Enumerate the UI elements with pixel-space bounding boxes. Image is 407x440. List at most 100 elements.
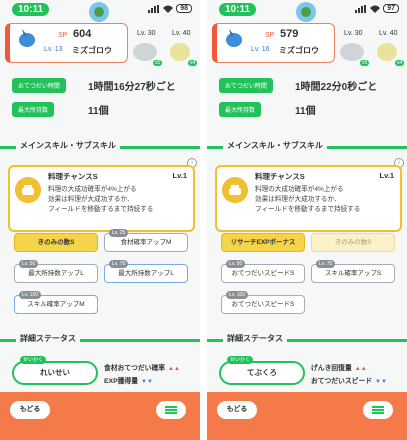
nature-down-effect: おてつだいスピード ▼▼ xyxy=(311,378,387,385)
help-time-label: おてつだい時間 xyxy=(12,78,66,93)
mudkip-icon xyxy=(226,29,242,47)
main-skill-name: 料理チャンスS xyxy=(255,172,305,181)
team-member-count: x5 xyxy=(360,60,370,66)
pokemon-name: ミズゴロウ xyxy=(279,46,319,55)
signal-icon xyxy=(148,4,160,13)
unlock-level: Lv. 75 xyxy=(109,260,129,268)
team-member-level: Lv. 40 xyxy=(172,30,191,37)
section-title: メインスキル・サブスキル xyxy=(16,140,120,151)
nature-tag: せいかく xyxy=(227,356,254,364)
stats-section-header: 詳細ステータス xyxy=(207,333,407,347)
sub-skill-3[interactable]: Lv. 75 スキル確率アップS xyxy=(311,260,395,283)
unlock-level: Lv. 25 xyxy=(109,229,129,237)
sub-skill-2[interactable]: Lv. 50 おてつだいスピードS xyxy=(221,260,305,283)
stats-section-header: 詳細ステータス xyxy=(0,333,200,347)
menu-button[interactable] xyxy=(156,401,186,419)
selected-pokemon-card[interactable]: SP 604 Lv. 13 ミズゴロウ xyxy=(5,23,128,63)
nature-tag: せいかく xyxy=(20,356,47,364)
max-carry-value: 11個 xyxy=(88,106,109,117)
detail-panel-right: 10:11 97 SP 579 Lv. 16 ミズゴロウ Lv. 30 x5 L… xyxy=(207,0,407,440)
sub-skill-2[interactable]: Lv. 50 最大所持数アップL xyxy=(14,260,98,283)
sub-skill-1[interactable]: きのみの数S xyxy=(311,233,395,252)
nature-down-effect: EXP獲得量 ▼▼ xyxy=(104,378,153,385)
pokemon-icon xyxy=(133,43,157,61)
battery-icon: 97 xyxy=(383,4,399,13)
team-member-right[interactable]: Lv. 40 x4 xyxy=(369,30,405,66)
pokemon-icon xyxy=(377,43,397,61)
pokemon-name: ミズゴロウ xyxy=(72,46,112,55)
down-arrows-icon: ▼▼ xyxy=(141,379,153,385)
main-skill-description: 料理の大成功確率が4%上がる 効果は料理が大成功するか、 フィールドを移動するま… xyxy=(255,186,361,213)
sub-skill-4[interactable]: Lv. 100 スキル確率アップM xyxy=(14,291,98,314)
battery-icon: 98 xyxy=(176,4,192,13)
team-member-right[interactable]: Lv. 40 x4 xyxy=(162,30,198,66)
main-skill-card[interactable]: 料理チャンスS Lv.1 料理の大成功確率が4%上がる 効果は料理が大成功するか… xyxy=(8,165,195,232)
unlock-level: Lv. 50 xyxy=(19,260,39,268)
divider xyxy=(200,0,207,440)
max-carry-label: 最大所持数 xyxy=(12,102,55,117)
nature-badge[interactable]: てぶくろ xyxy=(219,361,305,385)
unlock-level: Lv. 100 xyxy=(226,291,249,299)
pokemon-level: Lv. 16 xyxy=(251,46,270,53)
wifi-icon xyxy=(163,5,174,13)
sp-label: SP xyxy=(265,32,275,39)
sp-value: 579 xyxy=(280,28,299,40)
unlock-level: Lv. 50 xyxy=(226,260,246,268)
sp-label: SP xyxy=(58,32,68,39)
unlock-level: Lv. 75 xyxy=(316,260,336,268)
clock: 10:11 xyxy=(219,3,257,16)
status-icons: 98 xyxy=(148,4,192,13)
back-button[interactable]: もどる xyxy=(217,401,257,419)
bottom-bar: もどる xyxy=(207,392,407,440)
up-arrows-icon: ▲▲ xyxy=(168,366,180,372)
back-button[interactable]: もどる xyxy=(10,401,50,419)
detail-panel-left: 10:11 98 SP 604 Lv. 13 ミズゴロウ Lv. 30 x5 L… xyxy=(0,0,200,440)
sub-skill-3[interactable]: Lv. 75 最大所持数アップL xyxy=(104,260,188,283)
sub-skill-0[interactable]: リサーチEXPボーナス xyxy=(221,233,305,252)
help-time-value: 1時間22分0秒ごと xyxy=(295,82,378,93)
max-carry-label: 最大所持数 xyxy=(219,102,262,117)
status-bar: 10:11 98 xyxy=(0,0,200,22)
team-member-mid[interactable]: Lv. 30 x5 xyxy=(334,30,370,66)
main-skill-level: Lv.1 xyxy=(379,171,394,180)
cooking-pot-icon xyxy=(15,177,41,203)
status-bar: 10:11 97 xyxy=(207,0,407,22)
sp-value: 604 xyxy=(73,28,92,40)
selected-pokemon-card[interactable]: SP 579 Lv. 16 ミズゴロウ xyxy=(212,23,335,63)
team-member-mid[interactable]: Lv. 30 x5 xyxy=(127,30,163,66)
menu-icon xyxy=(372,406,384,408)
menu-icon xyxy=(165,406,177,408)
down-arrows-icon: ▼▼ xyxy=(375,379,387,385)
sub-skill-4[interactable]: Lv. 100 おてつだいスピードS xyxy=(221,291,305,314)
wifi-icon xyxy=(370,5,381,13)
bottom-bar: もどる xyxy=(0,392,200,440)
help-time-value: 1時間16分27秒ごと xyxy=(88,82,176,93)
pokemon-icon xyxy=(340,43,364,61)
mudkip-icon xyxy=(19,29,35,47)
menu-button[interactable] xyxy=(363,401,393,419)
cooking-pot-icon xyxy=(222,177,248,203)
team-member-count: x4 xyxy=(188,60,198,66)
unlock-level: Lv. 100 xyxy=(19,291,42,299)
section-title: メインスキル・サブスキル xyxy=(223,140,327,151)
nature-badge[interactable]: れいせい xyxy=(12,361,98,385)
up-arrows-icon: ▲▲ xyxy=(354,366,367,372)
team-member-level: Lv. 40 xyxy=(379,30,398,37)
nature-up-effect: げんき回復量 ▲▲ xyxy=(311,365,367,372)
team-member-level: Lv. 30 xyxy=(344,30,363,37)
sub-skill-0[interactable]: きのみの数S xyxy=(14,233,98,252)
main-skill-description: 料理の大成功確率が4%上がる 効果は料理が大成功するか、 フィールドを移動するま… xyxy=(48,186,154,213)
signal-icon xyxy=(355,4,367,13)
skills-section-header: メインスキル・サブスキル xyxy=(207,140,407,154)
main-skill-name: 料理チャンスS xyxy=(48,172,98,181)
section-title: 詳細ステータス xyxy=(223,333,287,344)
max-carry-value: 11個 xyxy=(295,106,316,117)
pokemon-level: Lv. 13 xyxy=(44,46,63,53)
pokemon-icon xyxy=(170,43,190,61)
team-member-count: x5 xyxy=(153,60,163,66)
section-title: 詳細ステータス xyxy=(16,333,80,344)
main-skill-card[interactable]: 料理チャンスS Lv.1 料理の大成功確率が4%上がる 効果は料理が大成功するか… xyxy=(215,165,402,232)
clock: 10:11 xyxy=(12,3,50,16)
nature-up-effect: 食材おてつだい確率 ▲▲ xyxy=(104,365,180,372)
sub-skill-1[interactable]: Lv. 25 食材確率アップM xyxy=(104,229,188,252)
